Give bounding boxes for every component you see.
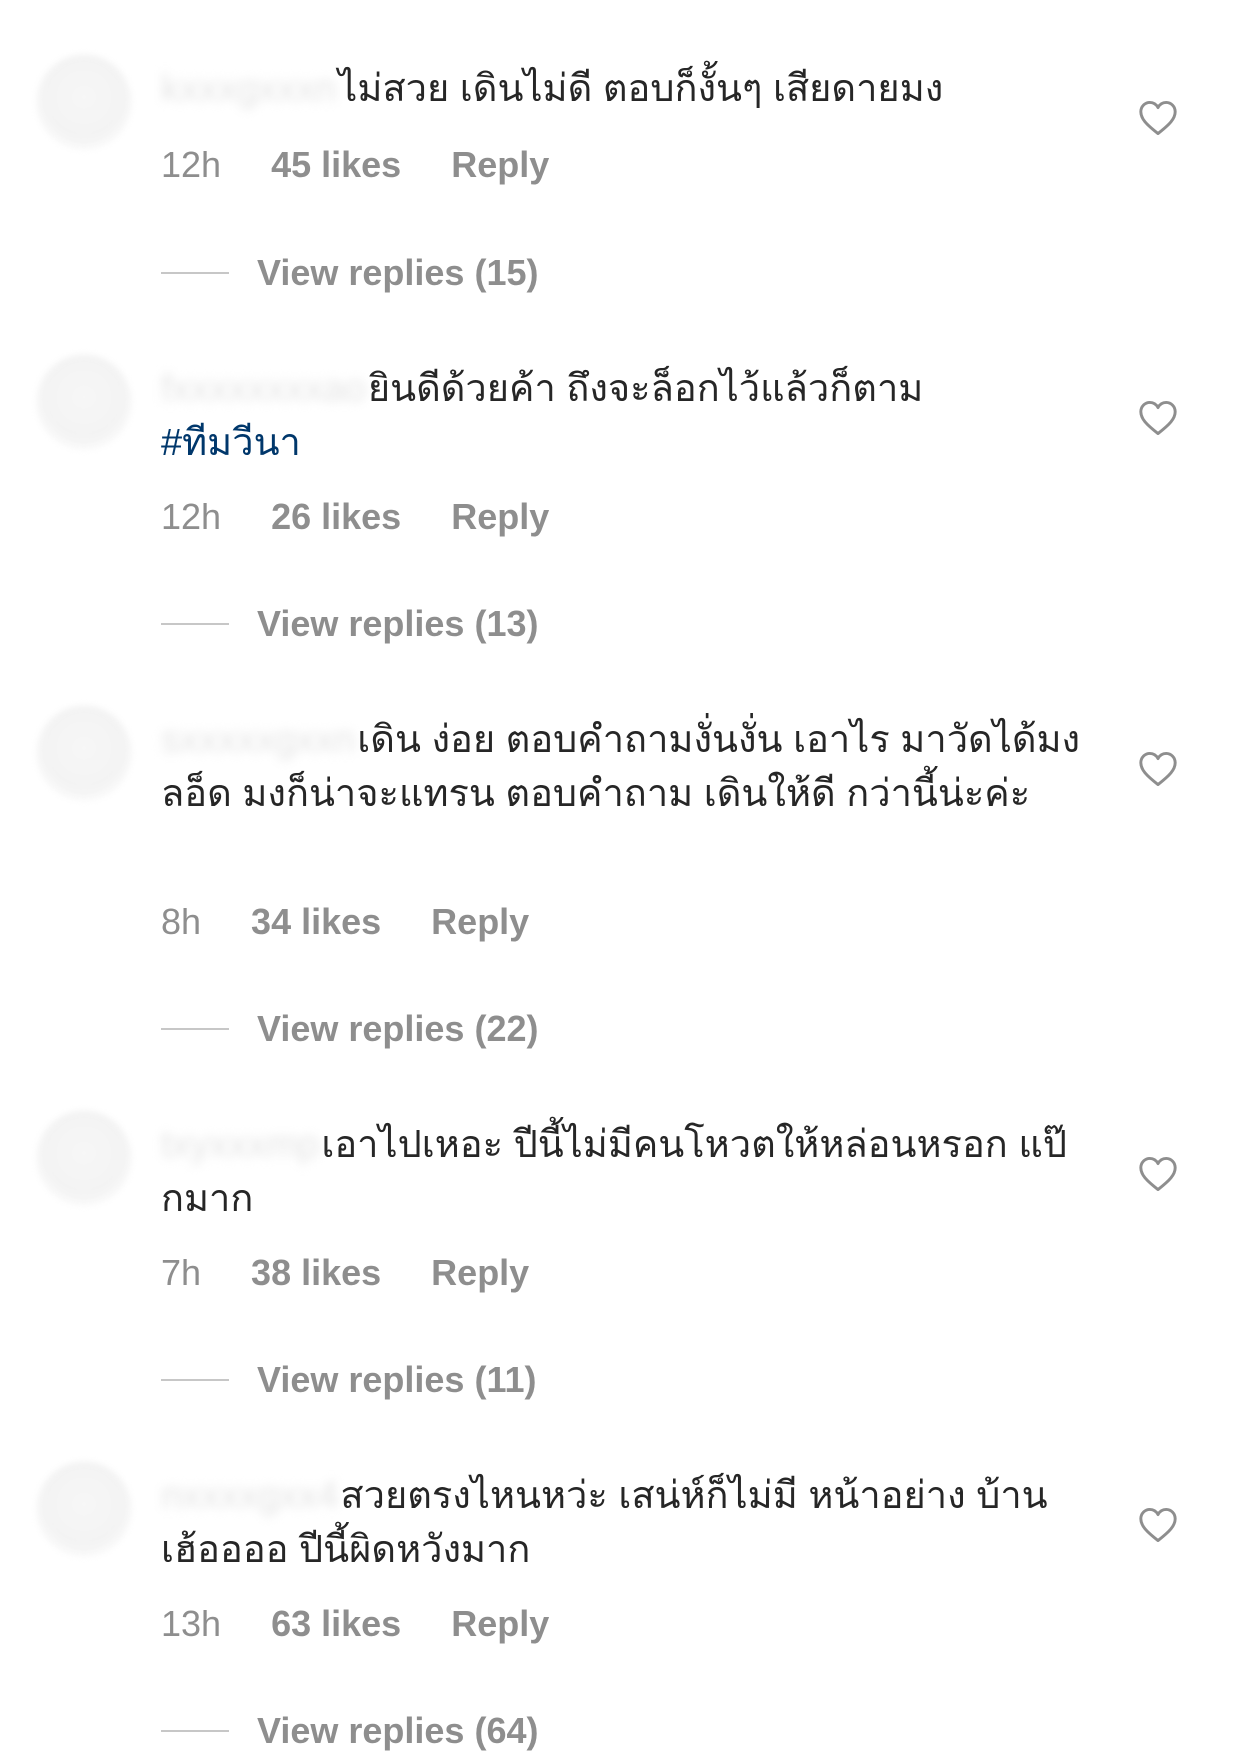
comment-meta: 12h 45 likes Reply <box>161 144 599 186</box>
reply-button[interactable]: Reply <box>451 496 549 538</box>
view-replies-button[interactable]: View replies (64) <box>161 1710 538 1752</box>
comment-body: sxxxxxgxxnเดิน ง่อย ตอบคำถามงั่นงั่น เอา… <box>161 713 1081 821</box>
view-replies-button[interactable]: View replies (13) <box>161 603 538 645</box>
view-replies-label: View replies (15) <box>257 252 539 293</box>
heart-icon[interactable] <box>1138 1156 1178 1192</box>
comment-meta: 13h 63 likes Reply <box>161 1603 599 1645</box>
comment-time: 8h <box>161 901 202 942</box>
heart-icon[interactable] <box>1138 751 1178 787</box>
view-replies-label: View replies (22) <box>257 1008 539 1049</box>
view-replies-label: View replies (13) <box>257 603 539 644</box>
divider-line <box>161 1379 229 1381</box>
comment-username[interactable]: nxxxxgxx4 <box>161 1475 338 1517</box>
avatar[interactable] <box>36 1110 132 1206</box>
reply-button[interactable]: Reply <box>451 144 549 186</box>
comment-meta: 8h 34 likes Reply <box>161 901 579 943</box>
divider-line <box>161 1730 229 1732</box>
avatar[interactable] <box>36 54 132 150</box>
divider-line <box>161 1028 229 1030</box>
comment-body: kxxxgxxxnไม่สวย เดินไม่ดี ตอบก็งั้นๆ เสี… <box>161 62 1081 116</box>
comment-time: 7h <box>161 1252 202 1293</box>
view-replies-label: View replies (11) <box>257 1359 537 1400</box>
comment-body: txyxxxmpเอาไปเหอะ ปีนี้ไม่มีคนโหวตให้หล่… <box>161 1118 1081 1226</box>
avatar[interactable] <box>36 1461 132 1557</box>
reply-button[interactable]: Reply <box>431 901 529 943</box>
view-replies-button[interactable]: View replies (11) <box>161 1359 537 1401</box>
comment-text: ยินดีด้วยค้า ถึงจะล็อกไว้แล้วก็ตาม <box>367 368 924 410</box>
comment-body: fxxxxxxxxaoยินดีด้วยค้า ถึงจะล็อกไว้แล้ว… <box>161 362 1081 470</box>
view-replies-button[interactable]: View replies (15) <box>161 252 538 294</box>
view-replies-label: View replies (64) <box>257 1710 539 1751</box>
comment-username[interactable]: txyxxxmp <box>161 1124 319 1166</box>
heart-icon[interactable] <box>1138 400 1178 436</box>
comment-likes[interactable]: 63 likes <box>271 1603 401 1645</box>
comment-username[interactable]: fxxxxxxxxao <box>161 368 366 410</box>
divider-line <box>161 272 229 274</box>
comment-likes[interactable]: 38 likes <box>251 1252 381 1294</box>
avatar[interactable] <box>36 705 132 801</box>
reply-button[interactable]: Reply <box>431 1252 529 1294</box>
comment-time: 12h <box>161 496 222 537</box>
reply-button[interactable]: Reply <box>451 1603 549 1645</box>
comment-text: ไม่สวย เดินไม่ดี ตอบก็งั้นๆ เสียดายมง <box>338 68 944 110</box>
comment-meta: 7h 38 likes Reply <box>161 1252 579 1294</box>
avatar[interactable] <box>36 354 132 450</box>
heart-icon[interactable] <box>1138 1507 1178 1543</box>
divider-line <box>161 623 229 625</box>
comment-likes[interactable]: 34 likes <box>251 901 381 943</box>
comment-time: 12h <box>161 144 222 185</box>
hashtag-link[interactable]: #ทีมวีนา <box>161 422 301 464</box>
comment-meta: 12h 26 likes Reply <box>161 496 599 538</box>
comment-body: nxxxxgxx4สวยตรงไหนหว่ะ เสน่ห์ก็ไม่มี หน้… <box>161 1469 1081 1577</box>
view-replies-button[interactable]: View replies (22) <box>161 1008 538 1050</box>
comment-time: 13h <box>161 1603 222 1644</box>
heart-icon[interactable] <box>1138 100 1178 136</box>
comment-likes[interactable]: 26 likes <box>271 496 401 538</box>
comment-likes[interactable]: 45 likes <box>271 144 401 186</box>
comment-username[interactable]: kxxxgxxxn <box>161 68 336 110</box>
comment-username[interactable]: sxxxxxgxxn <box>161 719 355 761</box>
